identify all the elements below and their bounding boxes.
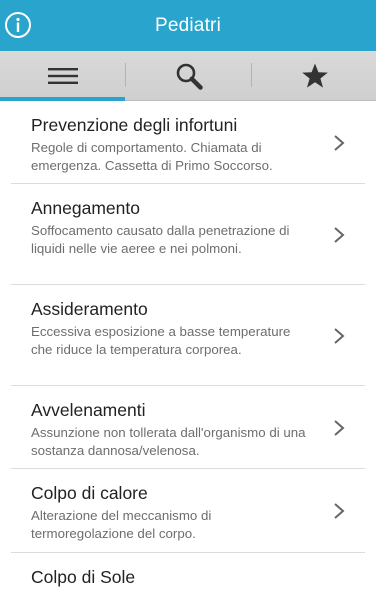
tab-search[interactable] bbox=[126, 51, 251, 100]
chevron-right-icon bbox=[334, 135, 345, 151]
search-icon bbox=[176, 63, 203, 90]
item-title: Annegamento bbox=[31, 198, 140, 218]
chevron-right-icon bbox=[334, 328, 345, 344]
list-item[interactable]: Colpo di Sole bbox=[11, 553, 365, 593]
item-description: Eccessiva esposizione a basse temperatur… bbox=[31, 324, 291, 357]
list-item[interactable]: Colpo di calore Alterazione del meccanis… bbox=[11, 469, 365, 553]
tab-bar bbox=[0, 51, 376, 101]
item-title: Colpo di Sole bbox=[31, 567, 136, 587]
list-item[interactable]: Avvelenamenti Assunzione non tollerata d… bbox=[11, 386, 365, 469]
item-description: Assunzione non tollerata dall'organismo … bbox=[31, 425, 306, 458]
item-description: Regole di comportamento. Chiamata di eme… bbox=[31, 140, 273, 173]
item-description: Alterazione del meccanismo di termoregol… bbox=[31, 508, 212, 541]
tab-favorites[interactable] bbox=[252, 51, 376, 100]
star-icon bbox=[301, 63, 328, 88]
chevron-right-icon bbox=[334, 420, 345, 436]
chevron-right-icon bbox=[334, 227, 345, 243]
app-bar: Pediatri bbox=[0, 0, 376, 51]
item-title: Assideramento bbox=[31, 299, 148, 319]
item-title: Colpo di calore bbox=[31, 483, 148, 503]
list-item[interactable]: Assideramento Eccessiva esposizione a ba… bbox=[11, 285, 365, 386]
item-title: Avvelenamenti bbox=[31, 400, 146, 420]
item-title: Prevenzione degli infortuni bbox=[31, 115, 238, 135]
menu-icon bbox=[47, 67, 78, 84]
list-item[interactable]: Prevenzione degli infortuni Regole di co… bbox=[11, 101, 365, 184]
tab-menu[interactable] bbox=[0, 51, 125, 101]
app-title: Pediatri bbox=[154, 15, 222, 36]
list-item[interactable]: Annegamento Soffocamento causato dalla p… bbox=[11, 184, 365, 285]
topic-list: Prevenzione degli infortuni Regole di co… bbox=[0, 101, 376, 593]
item-description: Soffocamento causato dalla penetrazione … bbox=[31, 223, 290, 256]
chevron-right-icon bbox=[334, 503, 345, 519]
